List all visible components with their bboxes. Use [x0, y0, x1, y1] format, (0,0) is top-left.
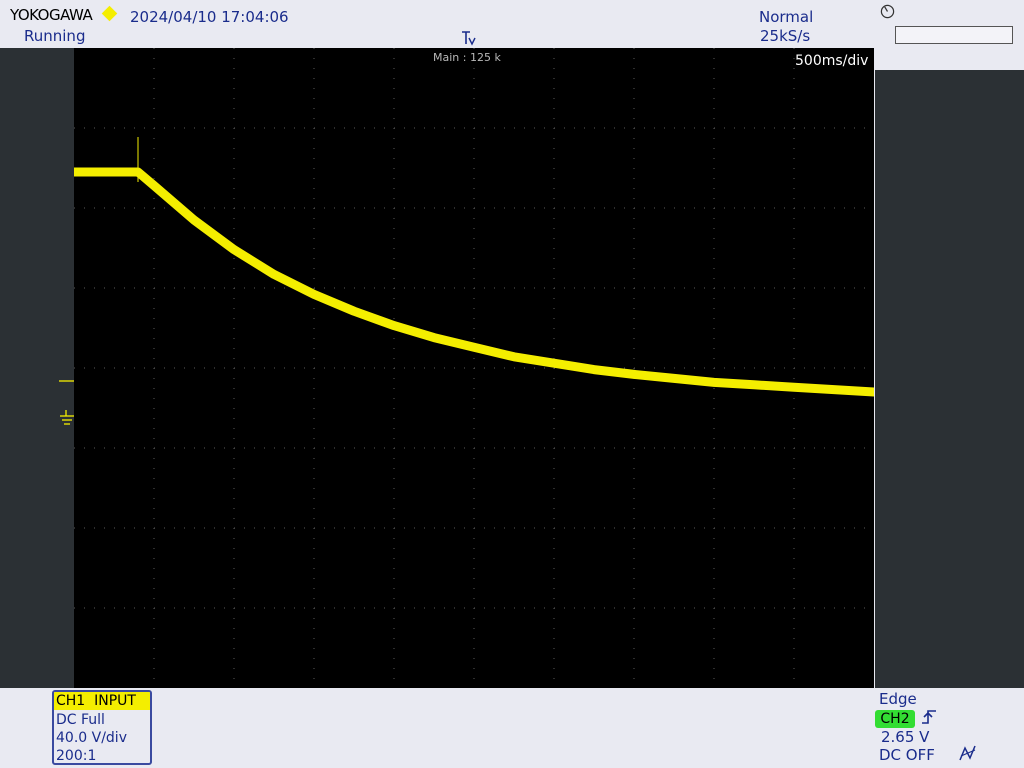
- trigger-type: Edge: [879, 690, 917, 708]
- trigger-coupling: DC OFF: [879, 746, 935, 764]
- graticule: [74, 48, 874, 688]
- bottom-info-bar: [0, 688, 1024, 768]
- hf-reject-icon: [959, 745, 976, 761]
- ch1-volts-per-div: 40.0 V/div: [56, 730, 127, 746]
- right-side-panel: [875, 70, 1024, 688]
- time-per-division: 500ms/div: [795, 53, 869, 69]
- run-status: Running: [24, 27, 86, 45]
- sample-rate: 25kS/s: [760, 27, 811, 45]
- left-side-panel: [0, 48, 74, 688]
- rising-edge-icon: [922, 710, 936, 724]
- acquisition-mode: Normal: [759, 8, 814, 26]
- waveform-display[interactable]: [74, 48, 874, 688]
- brand-logo: YOKOGAWA: [10, 6, 93, 24]
- datetime: 2024/04/10 17:04:06: [130, 8, 289, 26]
- value-input[interactable]: [895, 26, 1013, 44]
- ch1-coupling: DC Full: [56, 712, 105, 728]
- rotary-knob-icon[interactable]: [880, 4, 895, 19]
- ch1-position-marker[interactable]: [56, 372, 76, 432]
- trigger-source-badge[interactable]: CH2: [875, 710, 915, 728]
- ch1-info-box[interactable]: CH1 INPUT DC Full 40.0 V/div 200:1: [52, 690, 152, 765]
- ch1-title: CH1 INPUT: [54, 692, 150, 710]
- main-record-length: Main : 125 k: [433, 51, 501, 64]
- trigger-level: 2.65 V: [881, 728, 930, 746]
- trigger-position-icon: [462, 31, 476, 46]
- ground-icon: [60, 410, 74, 425]
- ch1-probe-ratio: 200:1: [56, 748, 97, 764]
